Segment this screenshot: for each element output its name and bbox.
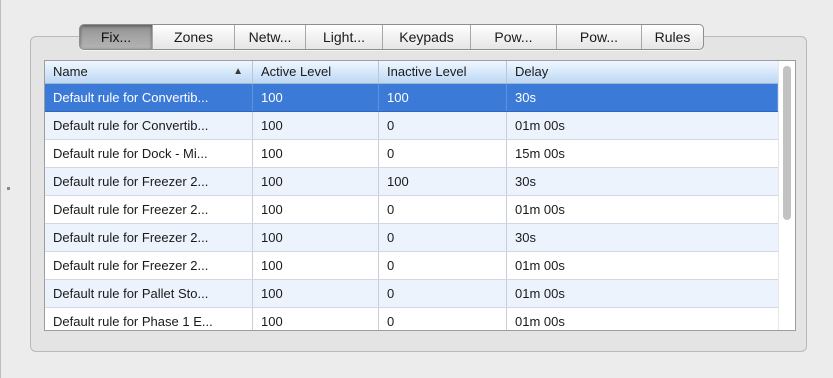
cell-delay: 01m 00s: [515, 314, 565, 329]
cell-inactive-level: 100: [379, 168, 507, 195]
rules-table: Name ▲ Active Level Inactive Level Delay…: [44, 60, 796, 331]
cell-inactive-level: 0: [379, 196, 507, 223]
cell-delay: 15m 00s: [515, 146, 565, 161]
cell-delay: 30s: [507, 84, 778, 111]
cell-delay: 01m 00s: [515, 202, 565, 217]
table-row[interactable]: Default rule for Convertib... 100 100 30…: [45, 84, 778, 112]
cell-inactive-level: 0: [379, 308, 507, 330]
cell-name: Default rule for Convertib...: [45, 84, 253, 111]
window-edge: [0, 0, 1, 378]
tab-rules[interactable]: Rules: [641, 25, 703, 49]
cell-active-level: 100: [253, 224, 379, 251]
cell-delay: 01m 00s: [515, 286, 565, 301]
cell-inactive-level: 0: [379, 280, 507, 307]
table-row[interactable]: Default rule for Freezer 2... 100 0 30s: [45, 224, 778, 252]
tab-zones[interactable]: Zones: [152, 25, 234, 49]
cell-active-level: 100: [253, 280, 379, 307]
tab-networks[interactable]: Netw...: [234, 25, 305, 49]
tab-power-1[interactable]: Pow...: [470, 25, 556, 49]
table-row[interactable]: Default rule for Freezer 2... 100 100 30…: [45, 168, 778, 196]
cell-name: Default rule for Phase 1 E...: [45, 308, 253, 330]
scrollbar-thumb[interactable]: [783, 66, 791, 220]
cell-active-level: 100: [253, 140, 379, 167]
cell-delay: 30s: [515, 230, 536, 245]
resize-marker: [7, 187, 10, 190]
table-row[interactable]: Default rule for Pallet Sto... 100 0 01m…: [45, 280, 778, 308]
cell-inactive-level: 0: [379, 224, 507, 251]
cell-name: Default rule for Freezer 2...: [45, 168, 253, 195]
column-header-delay[interactable]: Delay: [507, 61, 778, 83]
cell-active-level: 100: [253, 252, 379, 279]
tab-lights[interactable]: Light...: [305, 25, 382, 49]
cell-inactive-level: 100: [379, 84, 507, 111]
cell-inactive-level: 0: [379, 140, 507, 167]
tab-fixtures[interactable]: Fix...: [80, 25, 152, 49]
table-header: Name ▲ Active Level Inactive Level Delay: [45, 61, 778, 84]
tab-keypads[interactable]: Keypads: [382, 25, 470, 49]
vertical-scrollbar[interactable]: [778, 61, 795, 330]
cell-name: Default rule for Dock - Mi...: [45, 140, 253, 167]
cell-inactive-level: 0: [379, 112, 507, 139]
table-body: Default rule for Convertib... 100 100 30…: [45, 84, 778, 330]
cell-active-level: 100: [253, 112, 379, 139]
tab-power-2[interactable]: Pow...: [556, 25, 641, 49]
cell-name: Default rule for Freezer 2...: [45, 224, 253, 251]
cell-delay: 01m 00s: [515, 258, 565, 273]
column-header-active-level[interactable]: Active Level: [253, 61, 379, 83]
cell-delay: 30s: [515, 174, 536, 189]
cell-name: Default rule for Convertib...: [45, 112, 253, 139]
column-header-inactive-level[interactable]: Inactive Level: [379, 61, 507, 83]
cell-active-level: 100: [253, 168, 379, 195]
table-row[interactable]: Default rule for Convertib... 100 0 01m …: [45, 112, 778, 140]
cell-name: Default rule for Freezer 2...: [45, 252, 253, 279]
cell-active-level: 100: [253, 308, 379, 330]
table-row[interactable]: Default rule for Phase 1 E... 100 0 01m …: [45, 308, 778, 330]
cell-name: Default rule for Freezer 2...: [45, 196, 253, 223]
table-row[interactable]: Default rule for Dock - Mi... 100 0 15m …: [45, 140, 778, 168]
sort-ascending-icon: ▲: [233, 66, 243, 77]
segmented-tab-bar: Fix... Zones Netw... Light... Keypads Po…: [79, 24, 704, 50]
cell-active-level: 100: [253, 196, 379, 223]
table-row[interactable]: Default rule for Freezer 2... 100 0 01m …: [45, 252, 778, 280]
cell-inactive-level: 0: [379, 252, 507, 279]
column-header-name[interactable]: Name ▲: [45, 61, 253, 83]
cell-delay: 01m 00s: [515, 118, 565, 133]
column-header-label: Name: [53, 64, 88, 79]
cell-name: Default rule for Pallet Sto...: [45, 280, 253, 307]
table-row[interactable]: Default rule for Freezer 2... 100 0 01m …: [45, 196, 778, 224]
cell-active-level: 100: [253, 84, 379, 111]
